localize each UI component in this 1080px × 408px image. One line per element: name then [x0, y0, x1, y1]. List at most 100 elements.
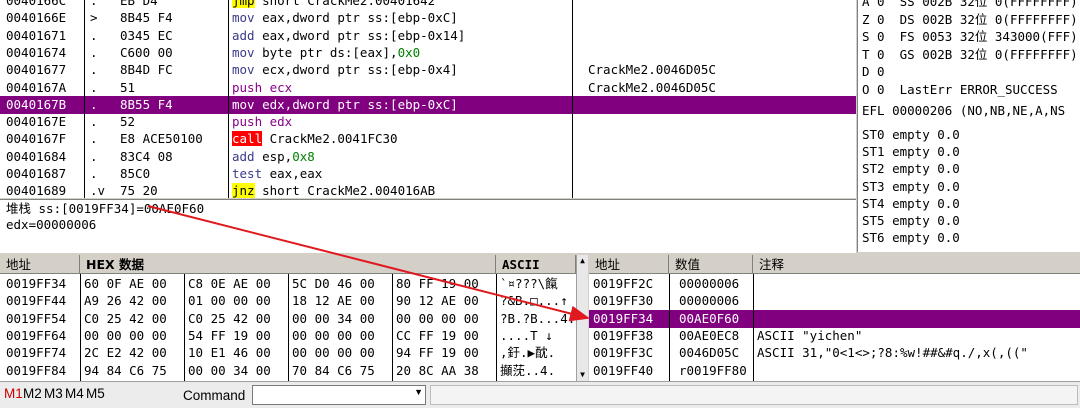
dump-hex-group: 00 00 00 00 [84, 327, 167, 343]
m1-button[interactable]: M1 [4, 386, 23, 401]
disasm-address: 00401671 [6, 27, 67, 43]
disasm-comment: CrackMe2.0046D05C [588, 62, 716, 78]
disasm-row[interactable]: 0040166E >8B45 F4 mov eax,dword ptr ss:[eb… [0, 9, 856, 27]
disasm-row[interactable]: 00401671. 0345 EC add eax,dword ptr ss:[eb… [0, 27, 856, 45]
dump-address: 0019FF84 [6, 362, 67, 378]
stack-row[interactable]: 0019FF34 00AE0F60 [589, 309, 1080, 328]
info-line-2: edx=00000006 [6, 217, 97, 232]
dump-scrollbar[interactable]: ▲ ▼ [576, 255, 588, 381]
register-flag-row: T 0 GS 002B 32位 0(FFFFFFFF) [862, 46, 1078, 62]
registers-pane[interactable]: A 0 SS 002B 32位 0(FFFFFFFF) Z 0 DS 002B 3… [857, 0, 1080, 252]
m5-button[interactable]: M5 [86, 386, 105, 401]
disasm-address: 0040167F [6, 131, 67, 147]
dump-header-address[interactable]: 地址 [0, 255, 80, 274]
instr-token: test [232, 166, 263, 181]
instr-token: edx,dword ptr ss:[ebp-0xC] [254, 96, 458, 112]
dump-hex-group: 10 E1 46 00 [188, 345, 271, 361]
disasm-instruction: call CrackMe2.0041FC30 [232, 130, 398, 148]
disasm-address: 00401674 [6, 44, 67, 60]
command-input[interactable]: ▼ [252, 385, 426, 405]
disasm-instruction: mov edx,dword ptr ss:[ebp-0xC] [232, 96, 458, 114]
fpu-register-row: ST5 empty 0.0 [862, 213, 960, 228]
dump-address: 0019FF74 [6, 345, 67, 361]
stack-value: 00AE0EC8 [679, 327, 740, 343]
instr-token: short CrackMe2.004016AB [254, 183, 436, 198]
dump-header-ascii[interactable]: ASCII [496, 255, 576, 274]
dump-hex-group: 54 FF 19 00 [188, 327, 271, 343]
disasm-address: 00401677 [6, 62, 67, 78]
dump-hex-group: 00 00 00 00 [396, 310, 479, 326]
instr-token: eax,dword ptr ss:[ebp-0x14] [254, 27, 466, 43]
m2-button[interactable]: M2 [23, 386, 42, 401]
stack-header-address[interactable]: 地址 [589, 255, 669, 274]
dump-hex-group: 00 00 34 00 [292, 310, 375, 326]
stack-address: 0019FF3C [593, 345, 654, 361]
stack-row[interactable]: 0019FF2C 00000006 [589, 275, 1080, 293]
disasm-address: 0040167A [6, 79, 67, 95]
disasm-marker: . [90, 148, 98, 164]
disasm-bytes: 8B45 F4 [120, 10, 173, 26]
disasm-bytes: 52 [120, 114, 136, 130]
disasm-instruction: mov ecx,dword ptr ss:[ebp-0x4] [232, 61, 458, 79]
dump-ascii: 攧莐..4. [500, 362, 556, 378]
dump-hex-group: 00 00 00 00 [292, 327, 375, 343]
stack-value: r0019FF80 [679, 362, 747, 378]
stack-row[interactable]: 0019FF38 00AE0EC8 ASCII "yichen" [589, 327, 1080, 345]
disasm-address: 00401687 [6, 166, 67, 181]
disasm-row[interactable]: 00401689 .v 75 20 jnz short CrackMe2.004016… [0, 182, 856, 198]
instr-token: ecx,dword ptr ss:[ebp-0x4] [254, 62, 458, 78]
dropdown-arrow-icon[interactable]: ▼ [414, 387, 423, 397]
disasm-comment: CrackMe2.0046D05C [588, 79, 716, 95]
register-flag-row: A 0 SS 002B 32位 0(FFFFFFFF) [862, 0, 1078, 9]
m4-button[interactable]: M4 [65, 386, 84, 401]
fpu-register-row: ST2 empty 0.0 [862, 161, 960, 177]
dump-hex-group: 00 00 34 00 [188, 362, 271, 378]
dump-ascii: ?&B.□...↑ [500, 293, 568, 309]
fpu-register-row: ST0 empty 0.0 [862, 127, 960, 142]
disasm-bytes: 8B55 F4 [120, 96, 173, 112]
instr-token: push ecx [232, 79, 293, 95]
dump-hex-group: C0 25 42 00 [188, 310, 271, 326]
disasm-marker: . [90, 131, 98, 147]
instr-token: esp, [254, 148, 293, 164]
disasm-row[interactable]: 0040167E. 52 push edx [0, 113, 856, 131]
disasm-row[interactable]: 00401687. 85C0 test eax,eax [0, 165, 856, 183]
instr-token: mov [232, 96, 255, 112]
stack-row[interactable]: 0019FF30 00000006 [589, 292, 1080, 310]
disasm-marker: . [90, 114, 98, 130]
scroll-down-icon[interactable]: ▼ [577, 369, 588, 380]
disassembly-pane[interactable]: 0040166C. EB D4 jmp short CrackMe2.0040164… [0, 0, 856, 198]
disasm-row[interactable]: 0040167F. E8 ACE50100 call CrackMe2.0041FC… [0, 130, 856, 148]
dump-header-hex[interactable]: HEX 数据 [80, 255, 496, 274]
m3-button[interactable]: M3 [44, 386, 63, 401]
scroll-up-icon[interactable]: ▲ [577, 255, 588, 266]
disasm-row[interactable]: 0040167A. 51 push ecx CrackMe2.0046D05C [0, 79, 856, 97]
stack-row[interactable]: 0019FF40 r0019FF80 [589, 362, 1080, 380]
stack-comment: ASCII "yichen" [757, 327, 863, 343]
instr-token: mov [232, 62, 255, 78]
stack-row[interactable]: 0019FF3C 0046D05C ASCII 31,"0<1<>;?8:%w!##… [589, 344, 1080, 362]
disasm-row[interactable]: 00401674. C600 00 mov byte ptr ds:[eax],0x… [0, 44, 856, 62]
memory-dump-pane[interactable]: 地址 HEX 数据 ASCII 0019FF34 60 0F AE 00 C8 0E… [0, 255, 588, 381]
instr-token: add [232, 148, 255, 164]
instr-token: 0x0 [397, 44, 421, 60]
instr-token: add [232, 27, 255, 43]
disasm-instruction: push edx [232, 113, 292, 131]
stack-header-comment[interactable]: 注释 [753, 255, 1080, 274]
disasm-bytes: E8 ACE50100 [120, 131, 203, 147]
fpu-register-row: ST1 empty 0.0 [862, 144, 960, 160]
stack-header-value[interactable]: 数值 [669, 255, 753, 274]
disasm-row[interactable]: 00401684. 83C4 08 add esp,0x8 [0, 148, 856, 166]
disasm-row[interactable]: 0040167B. 8B55 F4 mov edx,dword ptr ss:[eb… [0, 95, 856, 114]
fpu-register-row: ST4 empty 0.0 [862, 195, 960, 211]
disasm-row[interactable]: 00401677. 8B4D FC mov ecx,dword ptr ss:[eb… [0, 61, 856, 79]
dump-hex-group: 94 FF 19 00 [396, 345, 479, 361]
fpu-register-row: ST3 empty 0.0 [862, 178, 960, 194]
dump-hex-group: CC FF 19 00 [396, 327, 479, 343]
disasm-instruction: jnz short CrackMe2.004016AB [232, 182, 435, 198]
disasm-instruction: add esp,0x8 [232, 148, 315, 166]
disasm-address: 0040166E [6, 10, 67, 26]
instr-token: mov [232, 10, 255, 26]
dump-hex-group: 60 0F AE 00 [84, 276, 167, 291]
stack-pane[interactable]: 地址 数值 注释 0019FF2C 00000006 0019FF30 0000000… [589, 255, 1080, 381]
